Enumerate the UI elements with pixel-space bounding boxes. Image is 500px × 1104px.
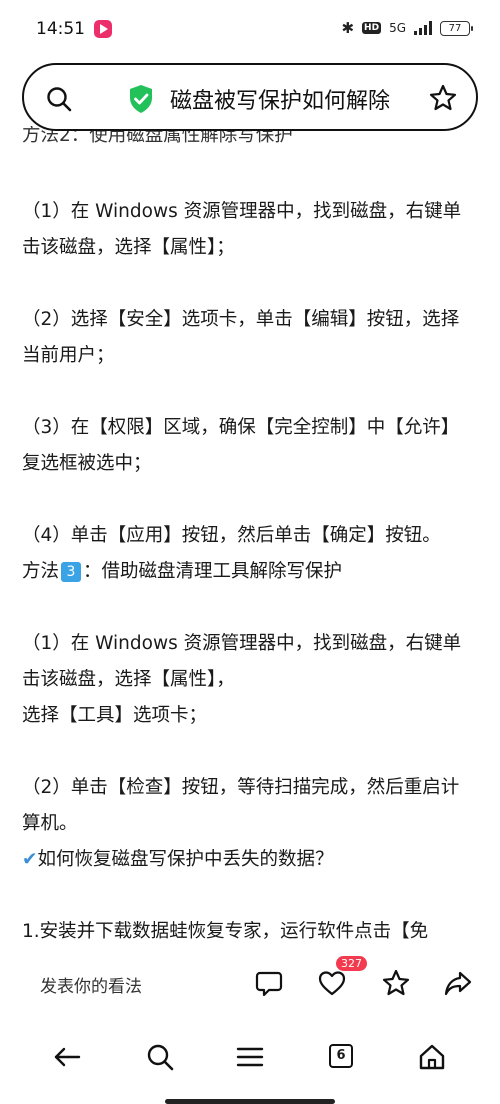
method2-step3: （3）在【权限】区域，确保【完全控制】中【允许】复选框被选中； — [22, 417, 460, 474]
star-icon[interactable] — [428, 83, 458, 113]
comment-icon[interactable] — [254, 968, 284, 998]
share-icon[interactable] — [443, 968, 473, 998]
home-icon[interactable] — [417, 1042, 447, 1072]
method3-step1-cont: 选择【工具】选项卡； — [22, 705, 208, 726]
network-type: 5G — [389, 21, 406, 35]
check-icon: ✔ — [22, 849, 38, 870]
home-indicator[interactable] — [165, 1099, 335, 1104]
bottom-nav: 6 — [0, 1030, 500, 1086]
nav-search-icon[interactable] — [145, 1042, 175, 1072]
recover-heading: ✔如何恢复磁盘写保护中丢失的数据？ — [22, 842, 472, 878]
search-query[interactable]: 磁盘被写保护如何解除 — [170, 83, 390, 115]
status-bar: 14:51 ✱ HD 5G 77 — [0, 0, 500, 58]
comment-input[interactable]: 发表你的看法 — [40, 972, 142, 997]
method3-prefix: 方法 — [22, 561, 60, 582]
recover-step1: 1.安装并下载数据蛙恢复专家，运行软件点击【免 — [22, 921, 429, 942]
favorite-star-icon[interactable] — [381, 968, 411, 998]
method2-step2: （2）选择【安全】选项卡，单击【编辑】按钮，选择当前用户； — [22, 309, 460, 366]
battery-icon: 77 — [440, 20, 473, 36]
status-indicators: ✱ HD 5G 77 — [341, 19, 473, 37]
bluetooth-icon: ✱ — [341, 19, 355, 37]
shield-icon — [130, 85, 152, 113]
method2-step1: （1）在 Windows 资源管理器中，找到磁盘，右键单击该磁盘，选择【属性】； — [22, 201, 462, 258]
status-time: 14:51 — [36, 19, 85, 39]
method3-heading: 方法 3 ：借助磁盘清理工具解除写保护 — [22, 554, 472, 590]
hd-icon: HD — [362, 22, 382, 34]
search-icon[interactable] — [46, 86, 72, 112]
heart-icon[interactable] — [317, 968, 347, 998]
method3-title: ：借助磁盘清理工具解除写保护 — [83, 561, 343, 582]
method3-step2: （2）单击【检查】按钮，等待扫描完成，然后重启计算机。 — [22, 777, 460, 834]
method2-step4: （4）单击【应用】按钮，然后单击【确定】按钮。 — [22, 525, 441, 546]
search-bar[interactable]: 磁盘被写保护如何解除 — [22, 63, 478, 131]
back-arrow-icon[interactable] — [52, 1042, 82, 1072]
method3-step1: （1）在 Windows 资源管理器中，找到磁盘，右键单击该磁盘，选择【属性】， — [22, 633, 462, 690]
battery-level: 77 — [448, 22, 462, 34]
signal-icon — [414, 21, 432, 35]
article-content: 方法2：使用磁盘属性解除写保护 （1）在 Windows 资源管理器中，找到磁盘… — [22, 126, 472, 950]
comment-bar: 发表你的看法 327 — [0, 956, 500, 1010]
video-app-icon — [94, 20, 112, 38]
tabs-button[interactable]: 6 — [329, 1044, 353, 1068]
number-three-icon: 3 — [61, 562, 82, 582]
menu-icon[interactable] — [235, 1042, 265, 1072]
recover-title: 如何恢复磁盘写保护中丢失的数据？ — [37, 849, 334, 870]
like-count-badge: 327 — [336, 956, 367, 971]
